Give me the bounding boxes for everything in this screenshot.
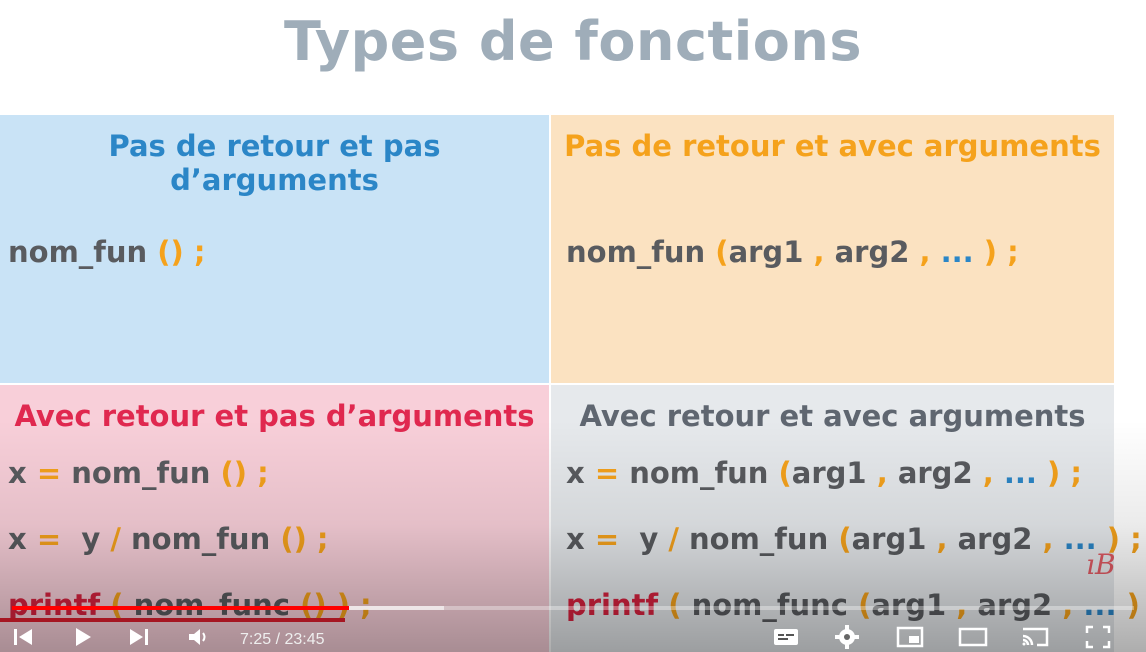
code-var: x <box>8 522 27 556</box>
code-arg1: arg1 <box>851 522 927 556</box>
quadrant-return-with-args: Avec retour et avec arguments x = nom_fu… <box>551 385 1142 652</box>
code-divide: / <box>658 522 690 556</box>
struck-code: printf ( nom_func () ) ; <box>0 588 372 622</box>
code-open-paren: ( <box>715 235 729 269</box>
code-line: x = y / nom_fun (arg1 , arg2 , ... ) ; <box>566 522 1142 556</box>
code-equals: = <box>584 456 630 490</box>
pen-annotation: ıB <box>1086 548 1116 581</box>
settings-icon[interactable] <box>834 624 860 650</box>
code-line-struck: printf ( nom_func () ) ; <box>0 588 372 622</box>
code-comma: , <box>803 235 835 269</box>
code-open-paren: ( <box>778 456 792 490</box>
code-equals: = <box>584 522 640 556</box>
code-close-paren: ) <box>1036 456 1061 490</box>
code-arg2: arg2 <box>834 235 910 269</box>
code-close: ) ; <box>1140 588 1146 622</box>
player-controls: 7:25 / 23:45 <box>0 620 1146 652</box>
progress-played <box>12 606 349 610</box>
code-comma: , <box>1032 522 1064 556</box>
miniplayer-icon[interactable] <box>896 624 924 650</box>
code-fun: nom_fun <box>71 456 221 490</box>
play-icon[interactable] <box>70 624 96 650</box>
quadrant-return-no-args: Avec retour et pas d’arguments x = nom_f… <box>0 385 549 652</box>
quadrant-no-return-no-args: Pas de retour et pas d’arguments nom_fun… <box>0 115 549 383</box>
code-fun: nom_fun <box>689 522 839 556</box>
code-semicolon: ; <box>306 522 329 556</box>
code-var-y: y <box>81 522 101 556</box>
code-open-paren: ( <box>858 588 872 622</box>
slide-title: Types de fonctions <box>284 10 862 73</box>
code-semicolon: ; <box>1120 522 1142 556</box>
quadrant-no-return-with-args: Pas de retour et avec arguments nom_fun … <box>551 115 1114 383</box>
theater-mode-icon[interactable] <box>958 624 988 650</box>
code-equals: = <box>26 456 72 490</box>
code-fun: nom_fun <box>629 456 779 490</box>
code-semicolon: ; <box>183 235 206 269</box>
code-comma: , <box>1052 588 1084 622</box>
code-open-paren: ( <box>838 522 852 556</box>
code-comma: , <box>926 522 958 556</box>
code-equals: = <box>26 522 82 556</box>
code-divide: / <box>100 522 132 556</box>
progress-bar[interactable] <box>12 606 1134 610</box>
code-line: x = nom_fun () ; <box>8 456 269 490</box>
code-func: nom_func <box>133 588 301 622</box>
code-arg2: arg2 <box>977 588 1053 622</box>
cast-icon[interactable] <box>1020 624 1050 650</box>
code-open-paren: ( <box>100 588 134 622</box>
code-line: printf ( nom_func (arg1 , arg2 , ... ) )… <box>566 588 1146 622</box>
code-arg1: arg1 <box>791 456 867 490</box>
code-ellipsis: ... <box>940 235 974 269</box>
code-paren: () <box>157 235 184 269</box>
code-ellipsis: ... <box>1083 588 1117 622</box>
code-comma: , <box>972 456 1004 490</box>
code-var: x <box>566 456 585 490</box>
code-arg2: arg2 <box>957 522 1033 556</box>
code-paren: () <box>300 588 327 622</box>
code-semicolon: ; <box>247 456 269 490</box>
code-semicolon: ; <box>1060 456 1082 490</box>
time-display: 7:25 / 23:45 <box>240 631 325 648</box>
code-comma: , <box>946 588 978 622</box>
code-comma: , <box>866 456 898 490</box>
code-printf: printf <box>566 588 659 622</box>
code-ellipsis: ... <box>1003 456 1037 490</box>
quadrant-heading: Avec retour et avec arguments <box>579 399 1086 433</box>
code-paren: () <box>280 522 307 556</box>
code-close: ) ; <box>326 588 372 622</box>
code-paren: () <box>220 456 248 490</box>
code-var-y: y <box>639 522 659 556</box>
code-var: x <box>8 456 27 490</box>
fullscreen-icon[interactable] <box>1084 624 1112 650</box>
code-close-paren: ) <box>973 235 998 269</box>
code-semicolon: ; <box>997 235 1019 269</box>
quadrant-heading: Pas de retour et pas d’arguments <box>108 129 441 197</box>
code-arg1: arg1 <box>871 588 947 622</box>
next-icon[interactable] <box>126 624 152 650</box>
subtitles-icon[interactable] <box>772 624 800 650</box>
code-comma: , <box>909 235 941 269</box>
code-line: nom_fun () ; <box>8 235 206 269</box>
code-fun: nom_fun <box>131 522 281 556</box>
code-line: x = nom_fun (arg1 , arg2 , ... ) ; <box>566 456 1082 490</box>
quadrant-heading: Pas de retour et avec arguments <box>564 129 1101 163</box>
code-fun: nom_fun <box>566 235 716 269</box>
code-open-paren: ( <box>658 588 692 622</box>
volume-icon[interactable] <box>186 624 212 650</box>
code-printf: printf <box>8 588 101 622</box>
code-func: nom_func <box>691 588 859 622</box>
code-line: nom_fun (arg1 , arg2 , ... ) ; <box>566 235 1019 269</box>
code-close-paren: ) <box>1116 588 1140 622</box>
code-fun: nom_fun <box>8 235 158 269</box>
code-line: x = y / nom_fun () ; <box>8 522 329 556</box>
quadrant-heading: Avec retour et pas d’arguments <box>14 399 535 433</box>
code-arg1: arg1 <box>728 235 804 269</box>
previous-icon[interactable] <box>10 624 36 650</box>
code-var: x <box>566 522 585 556</box>
code-arg2: arg2 <box>897 456 973 490</box>
